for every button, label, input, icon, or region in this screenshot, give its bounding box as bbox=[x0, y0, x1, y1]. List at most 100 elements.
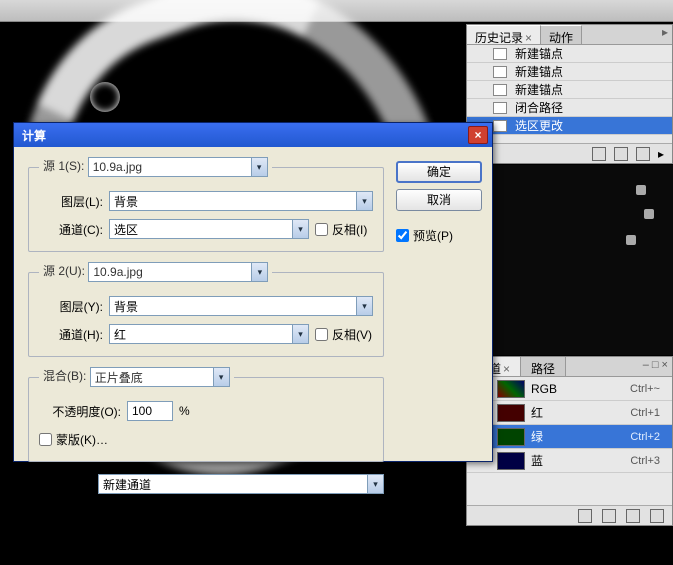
cancel-button[interactable]: 取消 bbox=[396, 189, 482, 211]
channel-thumb-icon bbox=[497, 452, 525, 470]
load-selection-icon[interactable] bbox=[578, 509, 592, 523]
source2-channel-combo[interactable]: 红▾ bbox=[109, 324, 309, 344]
source1-channel-combo[interactable]: 选区▾ bbox=[109, 219, 309, 239]
history-step-icon bbox=[493, 66, 507, 78]
source1-layer-combo[interactable]: 背景▾ bbox=[109, 191, 373, 211]
channel-shortcut: Ctrl+2 bbox=[630, 431, 666, 443]
history-item[interactable]: 新建锚点 bbox=[467, 81, 672, 99]
opacity-input[interactable] bbox=[127, 401, 173, 421]
history-item[interactable]: 闭合路径 bbox=[467, 99, 672, 117]
percent-label: % bbox=[179, 404, 190, 418]
history-item-label: 新建锚点 bbox=[515, 45, 563, 62]
history-step-icon bbox=[493, 48, 507, 60]
invert-label: 反相(V) bbox=[332, 326, 372, 343]
mask-label: 蒙版(K)… bbox=[56, 431, 108, 448]
panel-menu-icon[interactable]: ▸ bbox=[582, 25, 672, 44]
close-icon[interactable]: × bbox=[468, 126, 488, 144]
tab-history-label: 历史记录 bbox=[475, 31, 523, 45]
source2-legend: 源 2(U): bbox=[43, 264, 85, 278]
panel-menu-icon[interactable]: ▸ bbox=[658, 147, 664, 161]
invert-label: 反相(I) bbox=[332, 221, 367, 238]
new-doc-icon[interactable] bbox=[614, 147, 628, 161]
combo-value: 背景 bbox=[110, 298, 356, 315]
history-step-icon bbox=[493, 102, 507, 114]
result-label: 结果(R): bbox=[28, 476, 92, 493]
combo-value: 正片叠底 bbox=[91, 369, 213, 386]
blend-mode-combo[interactable]: 正片叠底▾ bbox=[90, 367, 230, 387]
preview-label: 预览(P) bbox=[413, 227, 453, 244]
channel-row[interactable]: 👁 绿 Ctrl+2 bbox=[467, 425, 672, 449]
chevron-down-icon: ▾ bbox=[251, 263, 267, 281]
history-item-label: 选区更改 bbox=[515, 117, 563, 134]
channel-shortcut: Ctrl+1 bbox=[630, 407, 666, 419]
chevron-down-icon: ▾ bbox=[367, 475, 383, 493]
preview-checkbox[interactable]: 预览(P) bbox=[396, 227, 482, 244]
chevron-down-icon: ▾ bbox=[356, 297, 372, 315]
blend-group: 混合(B): 正片叠底▾ 不透明度(O): % 蒙版(K)… bbox=[28, 367, 384, 462]
channel-shortcut: Ctrl+3 bbox=[630, 455, 666, 467]
channels-footer bbox=[467, 505, 672, 525]
history-step-icon bbox=[493, 120, 507, 132]
panel-window-controls[interactable]: – □ × bbox=[566, 357, 672, 376]
channel-name: 红 bbox=[531, 404, 624, 421]
channel-name: 绿 bbox=[531, 428, 624, 445]
history-list: 新建锚点 新建锚点 新建锚点 闭合路径 选区更改 bbox=[467, 45, 672, 135]
trash-icon[interactable] bbox=[650, 509, 664, 523]
source2-layer-combo[interactable]: 背景▾ bbox=[109, 296, 373, 316]
new-snapshot-icon[interactable] bbox=[592, 147, 606, 161]
opacity-label: 不透明度(O): bbox=[39, 403, 121, 420]
history-footer: ▸ bbox=[467, 143, 672, 163]
channel-label: 通道(H): bbox=[39, 326, 103, 343]
history-step-icon bbox=[493, 84, 507, 96]
tab-history[interactable]: 历史记录× bbox=[467, 25, 541, 44]
source1-group: 源 1(S): 10.9a.jpg▾ 图层(L): 背景▾ 通道(C): 选区▾… bbox=[28, 157, 384, 252]
chevron-down-icon: ▾ bbox=[251, 158, 267, 176]
combo-value: 10.9a.jpg bbox=[89, 160, 251, 174]
source2-group: 源 2(U): 10.9a.jpg▾ 图层(Y): 背景▾ 通道(H): 红▾ … bbox=[28, 262, 384, 357]
channel-thumb-icon bbox=[497, 404, 525, 422]
chevron-down-icon: ▾ bbox=[292, 325, 308, 343]
history-item-label: 新建锚点 bbox=[515, 81, 563, 98]
channel-thumb-icon bbox=[497, 380, 525, 398]
channels-panel: 通道× 路径 – □ × RGB Ctrl+~ 红 Ctrl+1 👁 绿 Ctr… bbox=[466, 356, 673, 526]
source2-invert-checkbox[interactable]: 反相(V) bbox=[315, 326, 372, 343]
source1-invert-checkbox[interactable]: 反相(I) bbox=[315, 221, 367, 238]
trash-icon[interactable] bbox=[636, 147, 650, 161]
layer-label: 图层(Y): bbox=[39, 298, 103, 315]
combo-value: 背景 bbox=[110, 193, 356, 210]
dialog-title: 计算 bbox=[22, 127, 468, 144]
source2-file-combo[interactable]: 10.9a.jpg▾ bbox=[88, 262, 268, 282]
channel-label: 通道(C): bbox=[39, 221, 103, 238]
channel-row[interactable]: 蓝 Ctrl+3 bbox=[467, 449, 672, 473]
close-icon[interactable]: × bbox=[525, 31, 532, 45]
chevron-down-icon: ▾ bbox=[213, 368, 229, 386]
result-combo[interactable]: 新建通道▾ bbox=[98, 474, 384, 494]
tab-actions[interactable]: 动作 bbox=[541, 25, 582, 44]
channel-name: RGB bbox=[531, 382, 624, 396]
channel-shortcut: Ctrl+~ bbox=[630, 383, 666, 395]
channel-row[interactable]: RGB Ctrl+~ bbox=[467, 377, 672, 401]
layer-label: 图层(L): bbox=[39, 193, 103, 210]
mask-checkbox[interactable]: 蒙版(K)… bbox=[39, 431, 108, 448]
history-item[interactable]: 新建锚点 bbox=[467, 63, 672, 81]
channel-row[interactable]: 红 Ctrl+1 bbox=[467, 401, 672, 425]
history-item-label: 新建锚点 bbox=[515, 63, 563, 80]
source1-legend: 源 1(S): bbox=[43, 159, 84, 173]
channel-name: 蓝 bbox=[531, 452, 624, 469]
combo-value: 红 bbox=[110, 326, 292, 343]
history-item-label: 闭合路径 bbox=[515, 99, 563, 116]
history-item[interactable]: 选区更改 bbox=[467, 117, 672, 135]
new-channel-icon[interactable] bbox=[626, 509, 640, 523]
save-selection-icon[interactable] bbox=[602, 509, 616, 523]
history-item[interactable]: 新建锚点 bbox=[467, 45, 672, 63]
blend-label: 混合(B): bbox=[43, 369, 86, 383]
close-icon[interactable]: × bbox=[503, 362, 510, 376]
source1-file-combo[interactable]: 10.9a.jpg▾ bbox=[88, 157, 268, 177]
ok-button[interactable]: 确定 bbox=[396, 161, 482, 183]
canvas-visible-right bbox=[466, 165, 673, 355]
calculations-dialog: 计算 × 源 1(S): 10.9a.jpg▾ 图层(L): 背景▾ 通道(C)… bbox=[13, 122, 493, 462]
tab-paths[interactable]: 路径 bbox=[521, 357, 566, 376]
dialog-titlebar[interactable]: 计算 × bbox=[14, 123, 492, 147]
channel-thumb-icon bbox=[497, 428, 525, 446]
combo-value: 选区 bbox=[110, 221, 292, 238]
